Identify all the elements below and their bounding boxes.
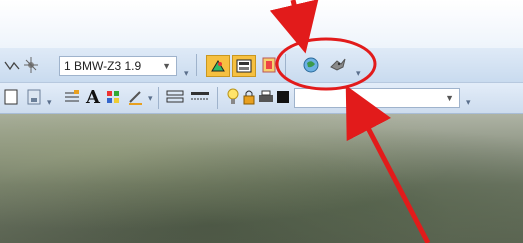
arrow-top	[269, 0, 319, 54]
highlight-ellipse	[275, 37, 377, 91]
annotation-overlay	[269, 0, 431, 243]
arrow-bottom	[345, 85, 431, 243]
